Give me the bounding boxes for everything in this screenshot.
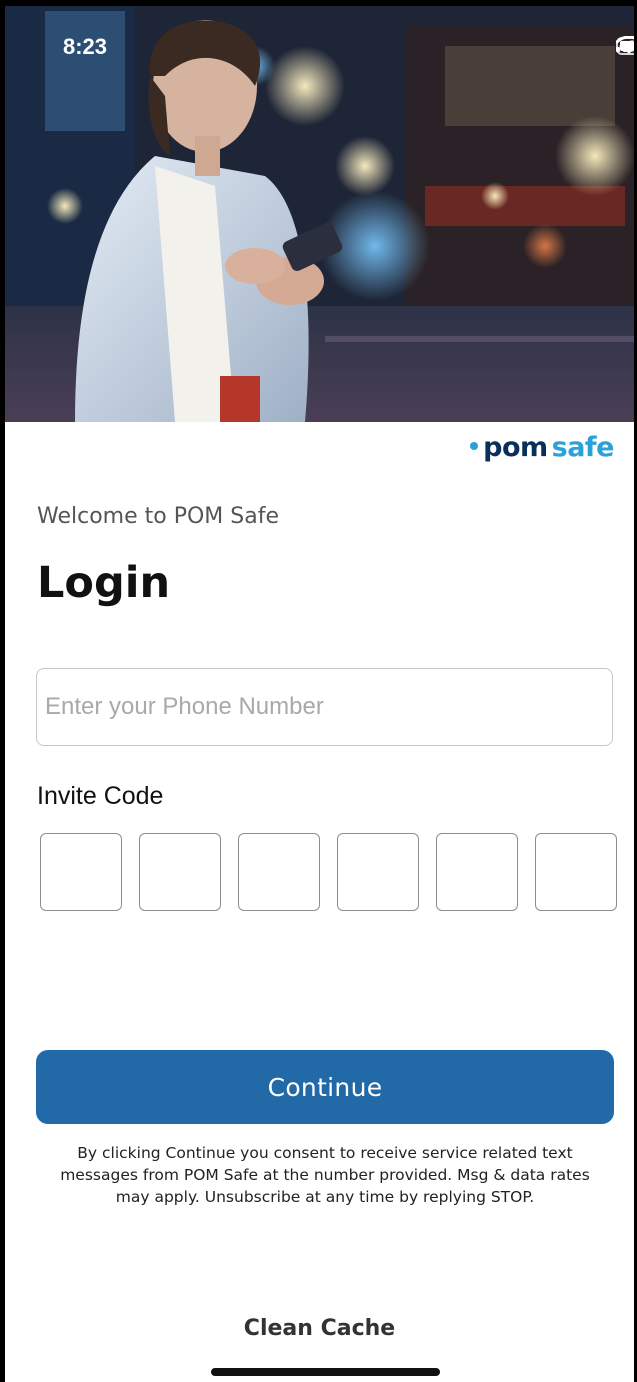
invite-code-label: Invite Code (37, 782, 164, 810)
welcome-text: Welcome to POM Safe (37, 504, 279, 529)
invite-code-box-6[interactable] (535, 833, 617, 911)
clean-cache-button[interactable]: Clean Cache (5, 1316, 634, 1341)
invite-code-fields (40, 833, 634, 913)
logo-pom-text: pom (483, 432, 548, 463)
invite-code-box-3[interactable] (238, 833, 320, 911)
page-title: Login (37, 558, 171, 608)
invite-code-box-2[interactable] (139, 833, 221, 911)
logo-safe-text: safe (551, 432, 615, 463)
home-indicator[interactable] (211, 1368, 440, 1376)
invite-code-box-4[interactable] (337, 833, 419, 911)
status-time: 8:23 (63, 34, 108, 59)
continue-button[interactable]: Continue (36, 1050, 614, 1124)
pom-safe-logo: pom safe (470, 432, 615, 463)
battery-icon (616, 37, 634, 55)
app-screen: 8:23 pom safe Welcome to POM Safe Login … (0, 0, 637, 1382)
status-bar: 8:23 (5, 6, 634, 86)
sms-consent-text: By clicking Continue you consent to rece… (60, 1144, 590, 1206)
phone-number-input[interactable] (36, 668, 613, 746)
invite-code-box-1[interactable] (40, 833, 122, 911)
hero-image: 8:23 (5, 6, 634, 422)
invite-code-box-5[interactable] (436, 833, 518, 911)
logo-dot (470, 441, 479, 450)
